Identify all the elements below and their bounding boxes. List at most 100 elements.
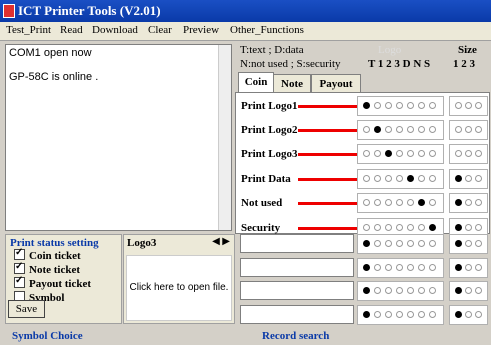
logo-option-radio[interactable] bbox=[374, 264, 381, 271]
logo-option-radio[interactable] bbox=[363, 150, 370, 157]
size-option-radio[interactable] bbox=[475, 287, 482, 294]
logo-option-radio[interactable] bbox=[407, 224, 414, 231]
size-option-group[interactable] bbox=[449, 305, 488, 325]
size-option-group[interactable] bbox=[449, 193, 488, 213]
size-option-radio[interactable] bbox=[465, 175, 472, 182]
logo-option-radio[interactable] bbox=[396, 126, 403, 133]
size-option-radio[interactable] bbox=[475, 175, 482, 182]
logo-option-group[interactable] bbox=[357, 305, 444, 325]
logo-option-radio[interactable] bbox=[429, 224, 436, 231]
menu-test-print[interactable]: Test_Print bbox=[6, 24, 51, 36]
logo-option-radio[interactable] bbox=[418, 199, 425, 206]
menu-download[interactable]: Download bbox=[92, 24, 138, 36]
logo-option-radio[interactable] bbox=[418, 102, 425, 109]
logo-option-group[interactable] bbox=[357, 120, 444, 140]
logo-option-radio[interactable] bbox=[374, 175, 381, 182]
console-output[interactable]: COM1 open now GP-58C is online . bbox=[5, 44, 232, 231]
logo-option-radio[interactable] bbox=[385, 150, 392, 157]
logo-option-radio[interactable] bbox=[385, 199, 392, 206]
size-option-radio[interactable] bbox=[455, 126, 462, 133]
logo-option-radio[interactable] bbox=[407, 311, 414, 318]
size-option-radio[interactable] bbox=[465, 311, 472, 318]
menu-preview[interactable]: Preview bbox=[183, 24, 219, 36]
size-option-radio[interactable] bbox=[465, 287, 472, 294]
logo-field-1[interactable] bbox=[240, 234, 354, 253]
logo-option-radio[interactable] bbox=[363, 240, 370, 247]
menu-clear[interactable]: Clear bbox=[148, 24, 172, 36]
logo-option-radio[interactable] bbox=[418, 240, 425, 247]
logo-option-radio[interactable] bbox=[374, 199, 381, 206]
logo-option-group[interactable] bbox=[357, 96, 444, 116]
logo-option-radio[interactable] bbox=[407, 199, 414, 206]
logo-option-group[interactable] bbox=[357, 144, 444, 164]
logo-option-radio[interactable] bbox=[363, 264, 370, 271]
logo-option-radio[interactable] bbox=[374, 311, 381, 318]
logo-option-radio[interactable] bbox=[385, 264, 392, 271]
logo-option-radio[interactable] bbox=[407, 175, 414, 182]
size-option-group[interactable] bbox=[449, 96, 488, 116]
logo-option-radio[interactable] bbox=[385, 175, 392, 182]
size-option-radio[interactable] bbox=[455, 224, 462, 231]
logo-option-radio[interactable] bbox=[363, 126, 370, 133]
size-option-radio[interactable] bbox=[465, 224, 472, 231]
logo-option-radio[interactable] bbox=[396, 102, 403, 109]
logo-option-radio[interactable] bbox=[418, 224, 425, 231]
logo-option-radio[interactable] bbox=[418, 150, 425, 157]
logo-option-radio[interactable] bbox=[385, 287, 392, 294]
checkbox-note-ticket[interactable]: Note ticket bbox=[14, 261, 80, 276]
logo-option-radio[interactable] bbox=[407, 150, 414, 157]
size-option-radio[interactable] bbox=[465, 264, 472, 271]
logo-option-radio[interactable] bbox=[418, 126, 425, 133]
size-option-radio[interactable] bbox=[455, 199, 462, 206]
checkbox-coin-ticket[interactable]: Coin ticket bbox=[14, 247, 81, 262]
logo-option-radio[interactable] bbox=[429, 311, 436, 318]
logo-option-radio[interactable] bbox=[374, 224, 381, 231]
logo-option-radio[interactable] bbox=[418, 287, 425, 294]
size-option-radio[interactable] bbox=[455, 264, 462, 271]
checkbox-note-ticket-box[interactable] bbox=[14, 261, 25, 274]
logo-option-radio[interactable] bbox=[407, 126, 414, 133]
menu-read[interactable]: Read bbox=[60, 24, 83, 36]
logo-option-radio[interactable] bbox=[396, 287, 403, 294]
console-scrollbar[interactable] bbox=[218, 45, 231, 230]
size-option-group[interactable] bbox=[449, 144, 488, 164]
size-option-radio[interactable] bbox=[475, 264, 482, 271]
size-option-group[interactable] bbox=[449, 281, 488, 301]
logo-option-radio[interactable] bbox=[429, 199, 436, 206]
logo-option-radio[interactable] bbox=[363, 311, 370, 318]
size-option-radio[interactable] bbox=[475, 126, 482, 133]
logo-option-group[interactable] bbox=[357, 258, 444, 278]
logo-option-radio[interactable] bbox=[374, 240, 381, 247]
logo-option-radio[interactable] bbox=[385, 240, 392, 247]
size-option-group[interactable] bbox=[449, 169, 488, 189]
logo-option-radio[interactable] bbox=[418, 175, 425, 182]
size-option-radio[interactable] bbox=[465, 126, 472, 133]
logo-option-radio[interactable] bbox=[385, 102, 392, 109]
logo-option-radio[interactable] bbox=[363, 102, 370, 109]
logo-option-radio[interactable] bbox=[429, 126, 436, 133]
size-option-group[interactable] bbox=[449, 234, 488, 254]
logo-field-2[interactable] bbox=[240, 258, 354, 277]
checkbox-payout-ticket[interactable]: Payout ticket bbox=[14, 275, 91, 290]
logo-option-radio[interactable] bbox=[429, 264, 436, 271]
menu-other-functions[interactable]: Other_Functions bbox=[230, 24, 304, 36]
logo-option-group[interactable] bbox=[357, 193, 444, 213]
size-option-radio[interactable] bbox=[465, 199, 472, 206]
logo-option-radio[interactable] bbox=[429, 175, 436, 182]
logo-option-radio[interactable] bbox=[429, 150, 436, 157]
logo-option-radio[interactable] bbox=[363, 199, 370, 206]
size-option-radio[interactable] bbox=[455, 240, 462, 247]
size-option-group[interactable] bbox=[449, 120, 488, 140]
logo-option-radio[interactable] bbox=[396, 150, 403, 157]
size-option-radio[interactable] bbox=[475, 150, 482, 157]
logo-option-radio[interactable] bbox=[385, 311, 392, 318]
size-option-radio[interactable] bbox=[475, 102, 482, 109]
logo-option-radio[interactable] bbox=[374, 126, 381, 133]
logo-option-group[interactable] bbox=[357, 234, 444, 254]
logo-option-group[interactable] bbox=[357, 169, 444, 189]
logo-option-radio[interactable] bbox=[396, 199, 403, 206]
logo3-open-file[interactable]: Click here to open file. bbox=[126, 255, 232, 321]
save-button[interactable]: Save bbox=[8, 300, 45, 318]
size-option-radio[interactable] bbox=[465, 102, 472, 109]
logo-option-radio[interactable] bbox=[396, 311, 403, 318]
